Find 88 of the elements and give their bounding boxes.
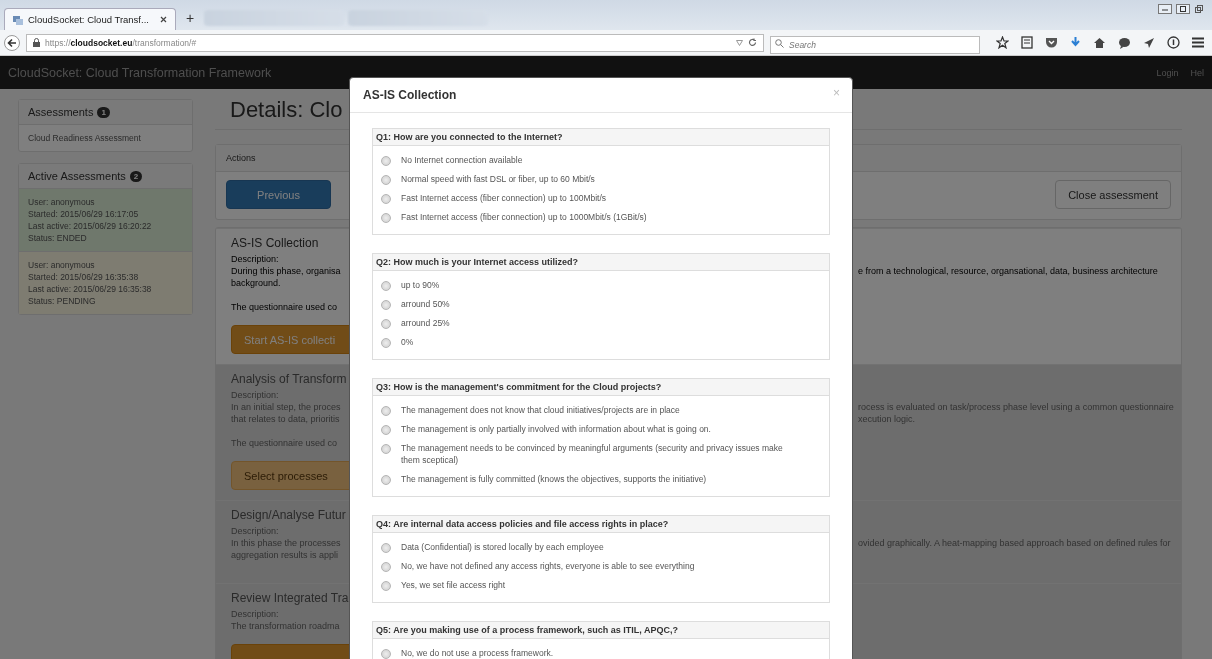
- question-title: Q1: How are you connected to the Internet?: [376, 132, 563, 142]
- modal-title: AS-IS Collection: [363, 88, 457, 102]
- count-badge: 2: [129, 170, 143, 182]
- pocket-icon[interactable]: [1045, 36, 1058, 49]
- back-icon[interactable]: [4, 34, 20, 51]
- new-tab-button[interactable]: +: [180, 10, 201, 30]
- search-field[interactable]: Search: [770, 35, 980, 54]
- radio-button[interactable]: [381, 175, 391, 185]
- radio-button[interactable]: [381, 562, 391, 572]
- question-title: Q3: How is the management's commitment for the Cloud projects?: [376, 382, 662, 392]
- item-text: Last active: 2015/06/29 16:20:22: [28, 220, 153, 232]
- phase-title: Design/Analyse Futur: [231, 508, 346, 522]
- option-label[interactable]: up to 90%: [401, 279, 440, 291]
- question-title: Q4: Are internal data access policies and file access rights in place?: [376, 519, 669, 529]
- option-label[interactable]: Normal speed with fast DSL or fiber, up to 60 Mbit/s: [401, 173, 595, 185]
- search-icon: [775, 38, 784, 48]
- option-label[interactable]: The management is fully committed (knows the objectives, supports the initiative): [401, 473, 707, 485]
- radio-button[interactable]: [381, 444, 391, 454]
- item-text: User: anonymous: [28, 196, 96, 208]
- panel-title: Active Assessments: [28, 170, 126, 182]
- dropdown-icon[interactable]: [736, 39, 743, 46]
- radio-button[interactable]: [381, 319, 391, 329]
- radio-button[interactable]: [381, 194, 391, 204]
- page-title: Details: Clo: [230, 97, 343, 122]
- reading-list-icon[interactable]: [1021, 36, 1033, 49]
- minimize-icon[interactable]: [1158, 4, 1172, 14]
- option-label[interactable]: arround 50%: [401, 298, 450, 310]
- option-label[interactable]: No, we have not defined any access rights, everyone is able to see everything: [401, 560, 695, 572]
- radio-button[interactable]: [381, 300, 391, 310]
- option-label[interactable]: Fast Internet access (fiber connection) up to 100Mbit/s: [401, 192, 607, 204]
- option-label[interactable]: No Internet connection available: [401, 154, 523, 166]
- option-label[interactable]: The management is only partially involved with information about what is going on.: [401, 423, 711, 435]
- radio-button[interactable]: [381, 406, 391, 416]
- item-text: User: anonymous: [28, 259, 96, 271]
- description-label: Description:: [231, 253, 279, 265]
- item-text: Status: PENDING: [28, 295, 97, 307]
- assessment-item[interactable]: User: anonymous Started: 2015/06/29 16:35:38 Last active: 2015/06/29 16:35:38 Status: PENDING: [19, 251, 192, 314]
- page-icon: [13, 14, 23, 25]
- send-icon[interactable]: [1143, 36, 1155, 49]
- item-text: Cloud Readiness Assessment: [28, 132, 142, 144]
- item-text: Status: ENDED: [28, 232, 88, 244]
- radio-button[interactable]: [381, 281, 391, 291]
- description-text: background.: [231, 277, 282, 289]
- assessment-item[interactable]: Cloud Readiness Assessment: [19, 125, 192, 151]
- option-label[interactable]: Data (Confidential) is stored locally by each employee: [401, 541, 604, 553]
- menu-icon[interactable]: [1192, 37, 1204, 48]
- radio-button[interactable]: [381, 649, 391, 659]
- panel-title: Assessments: [28, 106, 94, 118]
- browser-tab[interactable]: CloudSocket: Cloud Transf...: [4, 8, 176, 30]
- question-title: Q2: How much is your Internet access utilized?: [376, 257, 579, 267]
- item-text: Last active: 2015/06/29 16:35:38: [28, 283, 153, 295]
- close-icon[interactable]: [160, 16, 167, 23]
- item-text: Started: 2015/06/29 16:17:05: [28, 208, 140, 220]
- download-icon[interactable]: [1070, 36, 1081, 49]
- radio-button[interactable]: [381, 543, 391, 553]
- phase-title: Analysis of Transform: [231, 372, 347, 386]
- count-badge: 1: [97, 106, 110, 118]
- option-label[interactable]: The management does not know that cloud initiatives/projects are in place: [401, 404, 680, 416]
- home-icon[interactable]: [1093, 36, 1106, 49]
- option-label[interactable]: The management needs to be convinced by meaningful arguments (security and privacy issues make them sceptical): [401, 442, 801, 466]
- lock-icon: [33, 38, 40, 47]
- item-text: Started: 2015/06/29 16:35:38: [28, 271, 140, 283]
- description-text: The questionnaire used co: [231, 301, 339, 313]
- option-label[interactable]: 0%: [401, 336, 414, 348]
- option-label[interactable]: Yes, we set file access right: [401, 579, 506, 591]
- panel-title: Actions: [226, 153, 256, 163]
- question-title: Q5: Are you making use of a process framework, such as ITIL, APQC,?: [376, 625, 678, 635]
- description-text: e from a technological, resource, organsational, data, business architecture: [858, 266, 1158, 276]
- radio-button[interactable]: [381, 213, 391, 223]
- radio-button[interactable]: [381, 475, 391, 485]
- close-assessment-button[interactable]: Close assessment: [1055, 180, 1171, 209]
- phase-title: Review Integrated Tra: [231, 591, 349, 605]
- star-icon[interactable]: [996, 36, 1009, 49]
- option-label[interactable]: No, we do not use a process framework.: [401, 647, 554, 659]
- restore-icon[interactable]: [1194, 4, 1204, 14]
- radio-button[interactable]: [381, 156, 391, 166]
- reload-icon[interactable]: [748, 38, 757, 47]
- option-label[interactable]: Fast Internet access (fiber connection) up to 1000Mbit/s (1GBit/s): [401, 211, 647, 223]
- radio-button[interactable]: [381, 425, 391, 435]
- phase-title: AS-IS Collection: [231, 236, 319, 250]
- maximize-icon[interactable]: [1176, 4, 1190, 14]
- url-field[interactable]: https://cloudsocket.eu/transformation/#: [26, 33, 764, 52]
- radio-button[interactable]: [381, 581, 391, 591]
- description-text: During this phase, organisa: [231, 265, 342, 277]
- radio-button[interactable]: [381, 338, 391, 348]
- info-icon[interactable]: [1167, 36, 1180, 49]
- option-label[interactable]: arround 25%: [401, 317, 450, 329]
- chat-icon[interactable]: [1118, 36, 1131, 49]
